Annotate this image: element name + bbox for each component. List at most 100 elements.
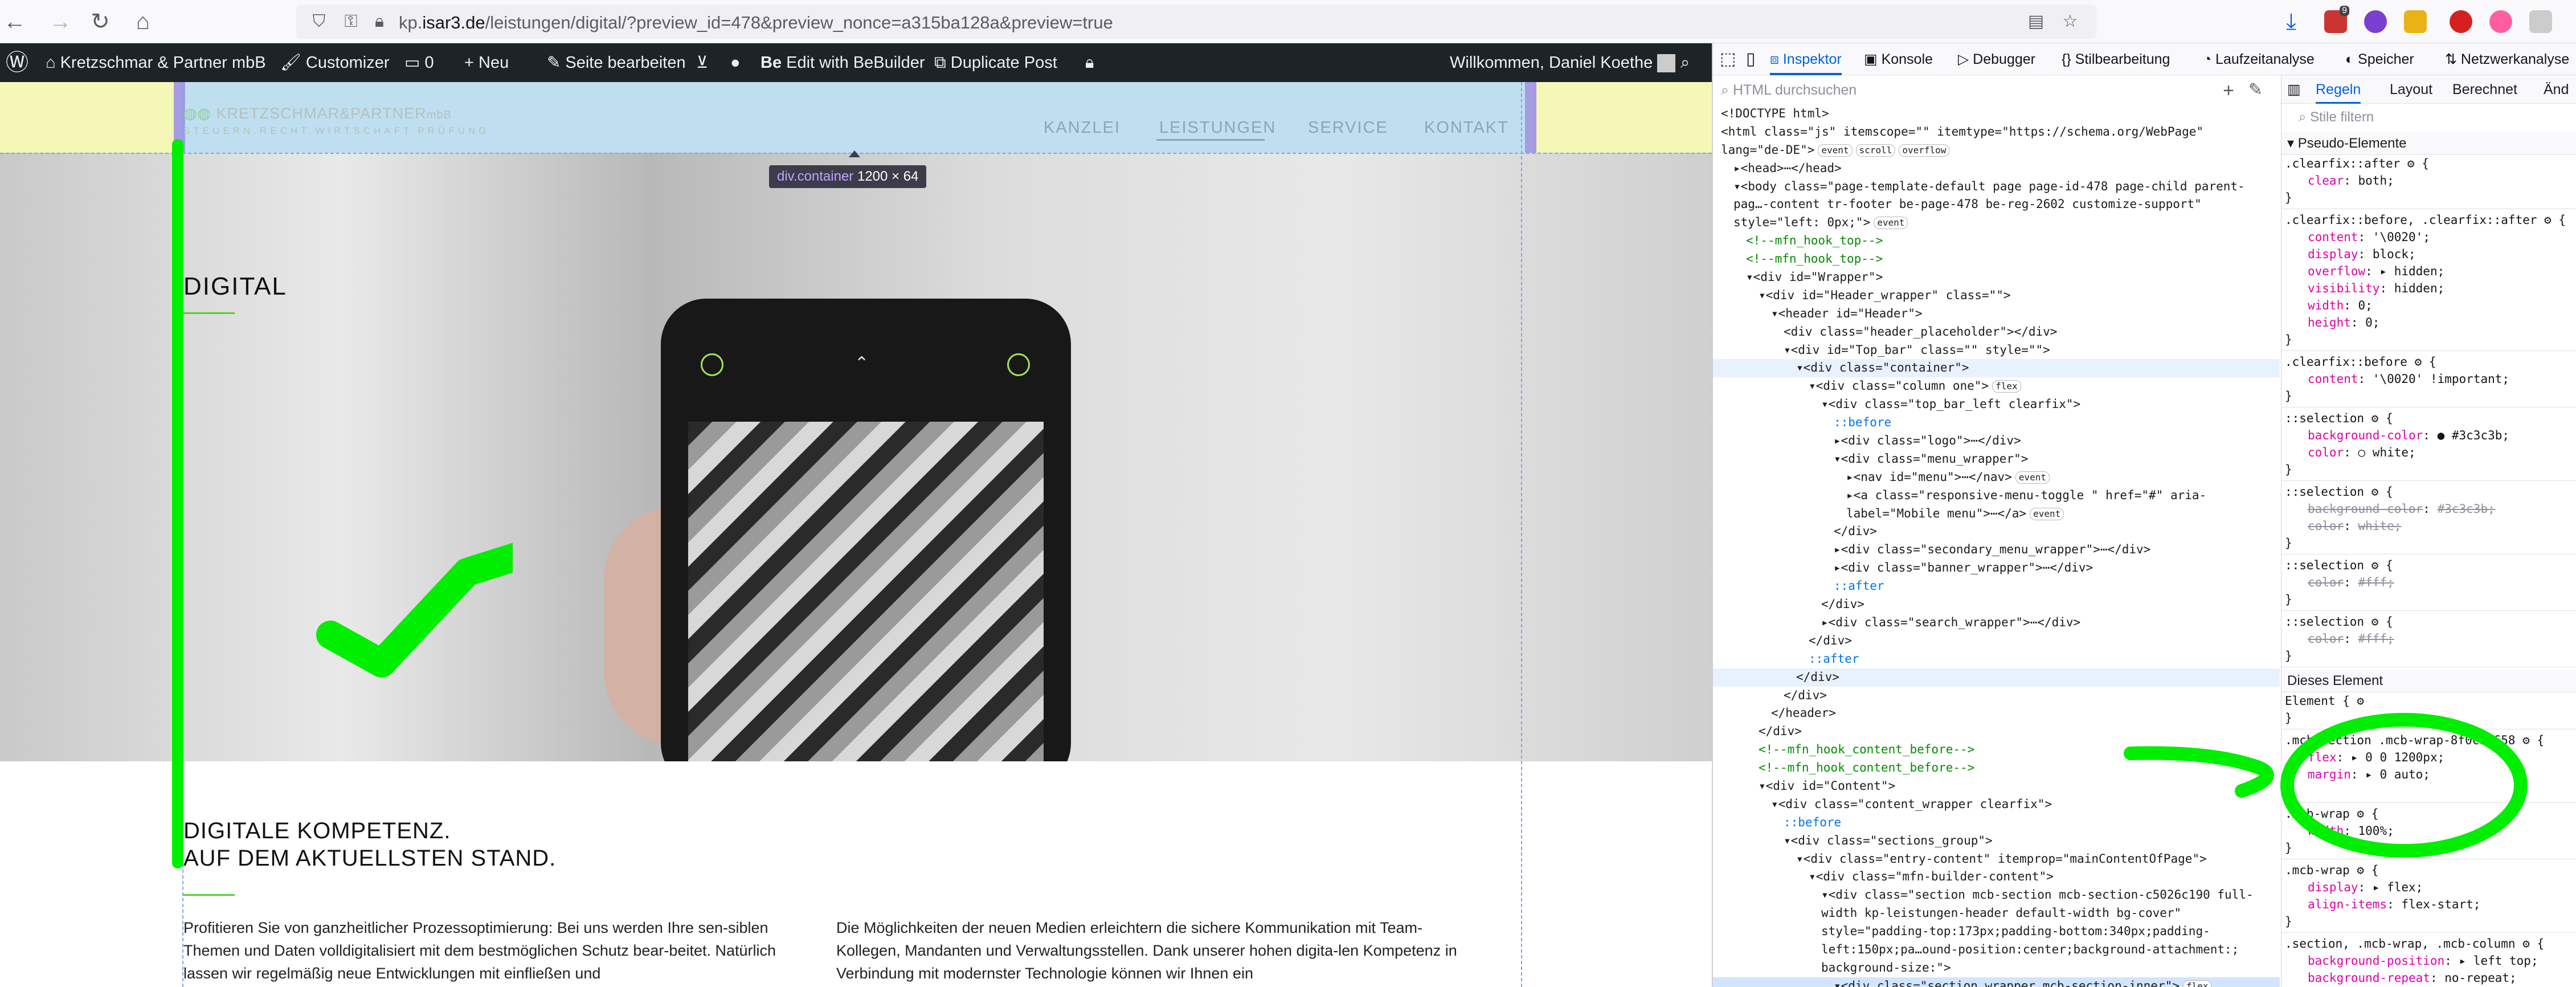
html-search-input[interactable]: ⌕ HTML durchsuchen bbox=[1721, 82, 1857, 99]
css-value[interactable]: 0; bbox=[2358, 299, 2373, 312]
css-declaration[interactable]: content: '\0020'; bbox=[2281, 229, 2576, 246]
css-selector[interactable]: .clearfix::before ⚙ { bbox=[2281, 353, 2576, 370]
html-tree-node[interactable]: <!--mfn_hook_content_before--> bbox=[1713, 741, 2280, 759]
html-tree-node[interactable]: ::before bbox=[1713, 414, 2280, 432]
layout-toggle-icon[interactable]: ▥ bbox=[2287, 75, 2301, 104]
html-tree-node[interactable]: ▾<div class="top_bar_left clearfix"> bbox=[1713, 395, 2280, 414]
menu-item-leistungen[interactable]: LEISTUNGEN bbox=[1159, 119, 1276, 137]
tab-layout[interactable]: Layout bbox=[2390, 75, 2432, 104]
wp-new[interactable]: + Neu bbox=[464, 43, 509, 82]
css-property[interactable]: color bbox=[2308, 576, 2344, 589]
html-tree-node[interactable]: left:150px;pa…ound-position:center;backg… bbox=[1713, 941, 2280, 959]
css-declaration[interactable]: color: ○ white; bbox=[2281, 444, 2576, 461]
css-property[interactable]: content bbox=[2308, 372, 2358, 386]
html-tree-node[interactable]: ▸<div class="logo">⋯</div> bbox=[1713, 432, 2280, 450]
css-property[interactable]: width bbox=[2308, 299, 2344, 312]
css-value[interactable]: #fff; bbox=[2358, 632, 2394, 646]
css-property[interactable]: margin bbox=[2308, 768, 2351, 781]
html-tree-node[interactable]: </header> bbox=[1713, 704, 2280, 723]
section-pseudo-elements[interactable]: ▾ Pseudo-Elemente bbox=[2281, 132, 2576, 155]
css-declaration[interactable]: color: white; bbox=[2281, 517, 2576, 535]
html-tree-node[interactable]: ::after bbox=[1713, 650, 2280, 668]
css-declaration[interactable]: height: 0; bbox=[2281, 314, 2576, 331]
css-property[interactable]: align-items bbox=[2308, 898, 2387, 911]
html-tree-node[interactable]: ::after bbox=[1713, 577, 2280, 596]
html-tree-node[interactable]: </div> bbox=[1713, 632, 2280, 650]
reader-view-icon[interactable]: ▤ bbox=[2021, 7, 2051, 36]
lock-icon[interactable]: 🔒︎ bbox=[365, 7, 394, 36]
css-declaration[interactable]: background-repeat: no-repeat; bbox=[2281, 969, 2576, 986]
css-property[interactable]: background-repeat bbox=[2308, 971, 2430, 985]
html-tree-node[interactable]: ▾<div class="menu_wrapper"> bbox=[1713, 450, 2280, 468]
css-value[interactable]: ○ white; bbox=[2358, 446, 2416, 459]
wp-customizer[interactable]: 🖌︎ Customizer bbox=[280, 43, 390, 82]
node-badge[interactable]: overflow bbox=[1899, 144, 1950, 157]
tab-netzwerkanalyse[interactable]: ⇅ Netzwerkanalyse bbox=[2445, 43, 2569, 75]
tab-laufzeitanalyse[interactable]: ◔ Laufzeitanalyse bbox=[2203, 43, 2315, 75]
css-declaration[interactable]: align-items: flex-start; bbox=[2281, 896, 2576, 913]
css-value[interactable]: '\0020'; bbox=[2373, 230, 2430, 244]
wp-edit-page[interactable]: ✎ Seite bearbeiten bbox=[547, 43, 686, 82]
html-tree-node[interactable]: style="padding-top:173px;padding-bottom:… bbox=[1713, 923, 2280, 941]
extension-icon[interactable]: 9 bbox=[2324, 6, 2349, 33]
search-icon[interactable]: ⌕ bbox=[1680, 43, 1690, 82]
css-value[interactable]: ● #3c3c3b; bbox=[2438, 429, 2509, 442]
css-value[interactable]: ▸ left top; bbox=[2459, 954, 2538, 968]
url-text[interactable]: kp.isar3.de/leistungen/digital/?preview_… bbox=[399, 13, 1113, 33]
bookmark-star-icon[interactable]: ☆ bbox=[2055, 7, 2085, 36]
css-selector[interactable]: .clearfix::after ⚙ { bbox=[2281, 155, 2576, 172]
site-logo[interactable]: ◍◍ KRETZSCHMAR&PARTNERmbB bbox=[183, 105, 452, 123]
html-tree-node[interactable]: </div> bbox=[1713, 723, 2280, 741]
tab-debugger[interactable]: ▷ Debugger bbox=[1958, 43, 2035, 75]
html-tree-node[interactable]: ▾<body class="page-template-default page… bbox=[1713, 178, 2280, 196]
html-tree-node[interactable]: label="Mobile menu">⋯</a> event bbox=[1713, 505, 2280, 523]
lock-icon[interactable]: 🔒︎ bbox=[1085, 43, 1094, 82]
back-icon[interactable]: ← bbox=[0, 7, 30, 36]
wp-comments[interactable]: ▭ 0 bbox=[404, 43, 434, 82]
css-selector[interactable]: ::selection ⚙ { bbox=[2281, 557, 2576, 574]
css-value[interactable]: no-repeat; bbox=[2444, 971, 2516, 985]
css-declaration[interactable]: content: '\0020' !important; bbox=[2281, 370, 2576, 388]
responsive-icon[interactable]: ▯ bbox=[1746, 43, 1756, 75]
css-property[interactable]: flex bbox=[2308, 751, 2337, 764]
css-selector[interactable]: .mcb-section .mcb-wrap-8f0ca8658 ⚙ { bbox=[2281, 732, 2576, 749]
extension-icon[interactable] bbox=[2529, 10, 2552, 33]
add-node-icon[interactable]: + bbox=[2223, 80, 2234, 102]
rules-filter-input[interactable]: ⌕ Stile filtern bbox=[2299, 109, 2374, 125]
html-tree-node[interactable]: </div> bbox=[1713, 687, 2280, 705]
css-property[interactable]: background-position bbox=[2308, 954, 2444, 968]
css-declaration[interactable]: background-color: ● #3c3c3b; bbox=[2281, 427, 2576, 444]
menu-item-kanzlei[interactable]: KANZLEI bbox=[1044, 119, 1121, 137]
css-declaration[interactable]: background-color: #3c3c3b; bbox=[2281, 500, 2576, 517]
html-tree-node[interactable]: ▾<div id="Top_bar" class="" style=""> bbox=[1713, 341, 2280, 360]
url-bar[interactable]: ⛉ ⚿ 🔒︎ kp.isar3.de/leistungen/digital/?p… bbox=[296, 5, 2096, 39]
reload-icon[interactable]: ↻ bbox=[85, 7, 115, 36]
html-tree-node[interactable]: <!--mfn_hook_top--> bbox=[1713, 250, 2280, 268]
css-declaration[interactable]: margin: ▸ 0 auto; bbox=[2281, 766, 2576, 783]
css-property[interactable]: color bbox=[2308, 519, 2344, 533]
node-badge[interactable]: event bbox=[2030, 507, 2064, 520]
css-selector[interactable]: .mcb-wrap ⚙ { bbox=[2281, 805, 2576, 822]
home-icon[interactable]: ⌂ bbox=[128, 7, 158, 36]
css-property[interactable]: display bbox=[2308, 880, 2358, 894]
extension-icon[interactable] bbox=[2364, 10, 2387, 33]
node-badge[interactable]: flex bbox=[2182, 980, 2212, 987]
css-declaration[interactable]: display: ▸ flex; bbox=[2281, 879, 2576, 896]
css-selector[interactable]: Element { ⚙ bbox=[2281, 692, 2576, 709]
menu-item-kontakt[interactable]: KONTAKT bbox=[1424, 119, 1509, 137]
css-declaration[interactable]: overflow: ▸ hidden; bbox=[2281, 263, 2576, 280]
node-badge[interactable]: flex bbox=[1992, 380, 2021, 393]
css-value[interactable]: block; bbox=[2373, 247, 2416, 261]
html-tree-node[interactable]: </div> bbox=[1713, 523, 2280, 541]
html-tree-node[interactable]: <!--mfn_hook_content_before--> bbox=[1713, 759, 2280, 777]
css-declaration[interactable]: background-position: ▸ left top; bbox=[2281, 952, 2576, 969]
html-tree-node[interactable]: <!DOCTYPE html> bbox=[1713, 105, 2280, 123]
html-tree-node[interactable]: ▾<div class="container"> bbox=[1713, 359, 2280, 378]
tab-regeln[interactable]: Regeln bbox=[2316, 75, 2361, 104]
css-value[interactable]: ▸ 0 0 1200px; bbox=[2351, 751, 2444, 764]
css-value[interactable]: #3c3c3b; bbox=[2438, 502, 2495, 516]
html-tree-node[interactable]: <div class="header_placeholder"></div> bbox=[1713, 323, 2280, 341]
html-tree-node[interactable]: ▸<a class="responsive-menu-toggle " href… bbox=[1713, 487, 2280, 505]
css-value[interactable]: both; bbox=[2358, 174, 2394, 187]
html-tree-node[interactable]: background-size:"> bbox=[1713, 959, 2280, 977]
